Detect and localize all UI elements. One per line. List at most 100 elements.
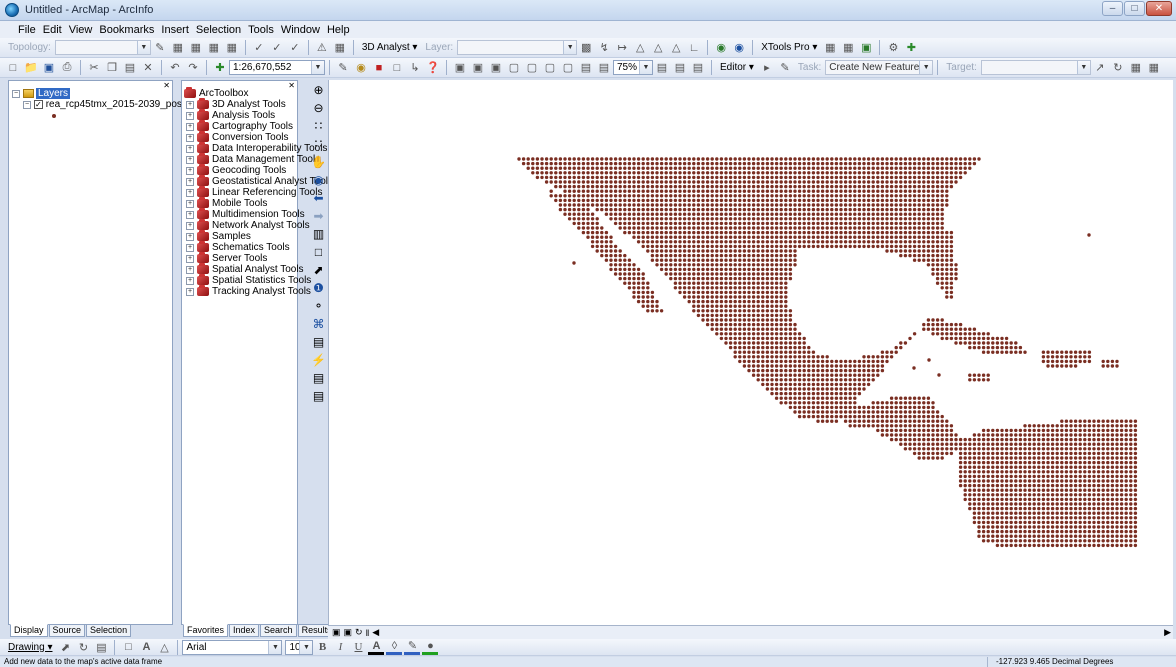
tab-favorites[interactable]: Favorites (183, 624, 229, 637)
xtools-grid-icon[interactable]: ▦ (840, 40, 856, 56)
new-document-icon[interactable]: □ (5, 60, 21, 76)
measure-icon[interactable]: ▤ (311, 334, 327, 350)
go-forward-icon[interactable]: ▤ (596, 60, 612, 76)
select-features-icon[interactable]: ▥ (311, 226, 327, 242)
fixed-zoom-out-icon[interactable]: ∷ (311, 136, 327, 152)
toolbox-item-label[interactable]: Linear Referencing Tools (212, 187, 322, 198)
python-window-icon[interactable]: □ (389, 60, 405, 76)
xtools-info-icon[interactable]: ✚ (903, 40, 919, 56)
arcscene-icon[interactable]: ◉ (713, 40, 729, 56)
layer-name-label[interactable]: rea_rcp45tmx_2015-2039_pos (46, 99, 182, 110)
rotate-tool-icon[interactable]: ↻ (1110, 60, 1126, 76)
interpolate-line-icon[interactable]: ▩ (578, 40, 594, 56)
paste-icon[interactable]: ▤ (122, 60, 138, 76)
expand-icon[interactable]: + (186, 166, 194, 175)
whats-this-icon[interactable]: ❓ (425, 60, 441, 76)
focus-frame-icon[interactable]: ▤ (672, 60, 688, 76)
editor-toolbar-icon[interactable]: ✎ (335, 60, 351, 76)
zoom-100-icon[interactable]: ▢ (524, 60, 540, 76)
zoom-to-selected-icon[interactable]: ▤ (93, 639, 109, 655)
html-popup-icon[interactable]: ▤ (311, 370, 327, 386)
time-slider-icon[interactable]: ▤ (311, 388, 327, 404)
toolbox-item-label[interactable]: Schematics Tools (212, 242, 290, 253)
font-combo[interactable]: Arial ▼ (182, 639, 283, 655)
back-arrow-icon[interactable]: ⬅ (311, 190, 327, 206)
toolbox-item-label[interactable]: Samples (212, 231, 251, 242)
drawing-menu[interactable]: Drawing ▾ (8, 642, 52, 653)
fill-color-icon[interactable]: ◊ (386, 639, 403, 655)
toc-close-icon[interactable]: ✕ (163, 81, 170, 90)
toc-layer-row[interactable]: − ✓ rea_rcp45tmx_2015-2039_pos (12, 99, 182, 110)
task-combo[interactable]: Create New Feature ▼ (825, 60, 934, 75)
tab-index[interactable]: Index (229, 624, 260, 637)
toolbox-item-label[interactable]: 3D Analyst Tools (212, 99, 286, 110)
toggle-draft-icon[interactable]: ▤ (654, 60, 670, 76)
undo-icon[interactable]: ↶ (167, 60, 183, 76)
rotate-icon[interactable]: ↻ (75, 639, 91, 655)
tab-search[interactable]: Search (260, 624, 297, 637)
collapse-icon[interactable]: − (23, 100, 31, 109)
clear-selection-icon[interactable]: □ (311, 244, 327, 260)
expand-icon[interactable]: + (186, 221, 194, 230)
fixed-zoom-in-icon[interactable]: ▢ (542, 60, 558, 76)
menu-help[interactable]: Help (327, 24, 350, 36)
toolbox-item-label[interactable]: Geocoding Tools (212, 165, 286, 176)
add-data-icon[interactable]: ✚ (212, 60, 228, 76)
expand-icon[interactable]: + (186, 232, 194, 241)
toolbox-item-label[interactable]: Spatial Analyst Tools (212, 264, 304, 275)
marker-color-icon[interactable]: ● (422, 639, 439, 655)
topology-combo[interactable]: ▼ (54, 40, 151, 55)
layer-combo[interactable]: ▼ (457, 40, 578, 55)
error-inspector-icon[interactable]: ⚠ (314, 40, 330, 56)
contour-icon[interactable]: △ (650, 40, 666, 56)
toolbox-item-label[interactable]: Analysis Tools (212, 110, 275, 121)
minimize-button[interactable]: – (1102, 1, 1123, 16)
scroll-left-icon[interactable]: ◀ (372, 627, 379, 638)
tab-selection[interactable]: Selection (86, 624, 132, 637)
arccatalog-icon[interactable]: ◉ (353, 60, 369, 76)
topology-map-icon[interactable]: ▦ (170, 40, 186, 56)
map-display[interactable] (328, 80, 1173, 625)
menu-bookmarks[interactable]: Bookmarks (99, 24, 154, 36)
select-elements-icon[interactable]: ⬈ (57, 639, 73, 655)
expand-icon[interactable]: + (186, 210, 194, 219)
close-button[interactable]: ✕ (1146, 1, 1172, 16)
go-to-xy-icon[interactable]: ⌘ (311, 316, 327, 332)
fixed-zoom-in-icon[interactable]: ∷ (311, 118, 327, 134)
xtools-pro-menu[interactable]: XTools Pro ▾ (761, 42, 817, 53)
toolbox-item-label[interactable]: Conversion Tools (212, 132, 289, 143)
underline-icon[interactable]: U (350, 639, 366, 655)
attributes-icon[interactable]: ▦ (1128, 60, 1144, 76)
tab-display[interactable]: Display (10, 624, 48, 637)
topology-grid2-icon[interactable]: ▦ (206, 40, 222, 56)
zoom-out-icon[interactable]: ⊖ (311, 100, 327, 116)
map-scale-combo[interactable]: 1:26,670,552 ▼ (229, 60, 325, 75)
go-back-icon[interactable]: ▤ (578, 60, 594, 76)
expand-icon[interactable]: + (186, 144, 194, 153)
expand-icon[interactable]: + (186, 265, 194, 274)
font-size-combo[interactable]: 10 ▼ (285, 639, 314, 655)
expand-icon[interactable]: + (186, 243, 194, 252)
line-of-sight-icon[interactable]: ↦ (614, 40, 630, 56)
change-layout-icon[interactable]: ▤ (690, 60, 706, 76)
line-color-icon[interactable]: ✎ (404, 639, 421, 655)
topology-validate2-icon[interactable]: ✓ (269, 40, 285, 56)
layout-pan-icon[interactable]: ▣ (488, 60, 504, 76)
layout-view-icon[interactable]: ▣ (344, 627, 353, 638)
bold-icon[interactable]: B (314, 639, 330, 655)
expand-icon[interactable]: + (186, 188, 194, 197)
pause-icon[interactable]: ‖ (366, 628, 370, 638)
expand-icon[interactable]: + (186, 155, 194, 164)
expand-icon[interactable]: + (186, 276, 194, 285)
toolbox-item-label[interactable]: Mobile Tools (212, 198, 267, 209)
toolbox-item-label[interactable]: Server Tools (212, 253, 267, 264)
toolbox-item-label[interactable]: Spatial Statistics Tools (212, 275, 311, 286)
topology-grid-icon[interactable]: ▦ (188, 40, 204, 56)
full-extent-globe-icon[interactable]: ◉ (311, 172, 327, 188)
expand-icon[interactable]: + (186, 199, 194, 208)
expand-icon[interactable]: + (186, 254, 194, 263)
sketch-tool-icon[interactable]: ✎ (777, 60, 793, 76)
refresh-icon[interactable]: ↻ (355, 627, 363, 638)
xtools-select-icon[interactable]: ▣ (858, 40, 874, 56)
open-folder-icon[interactable]: 📁 (23, 60, 39, 76)
